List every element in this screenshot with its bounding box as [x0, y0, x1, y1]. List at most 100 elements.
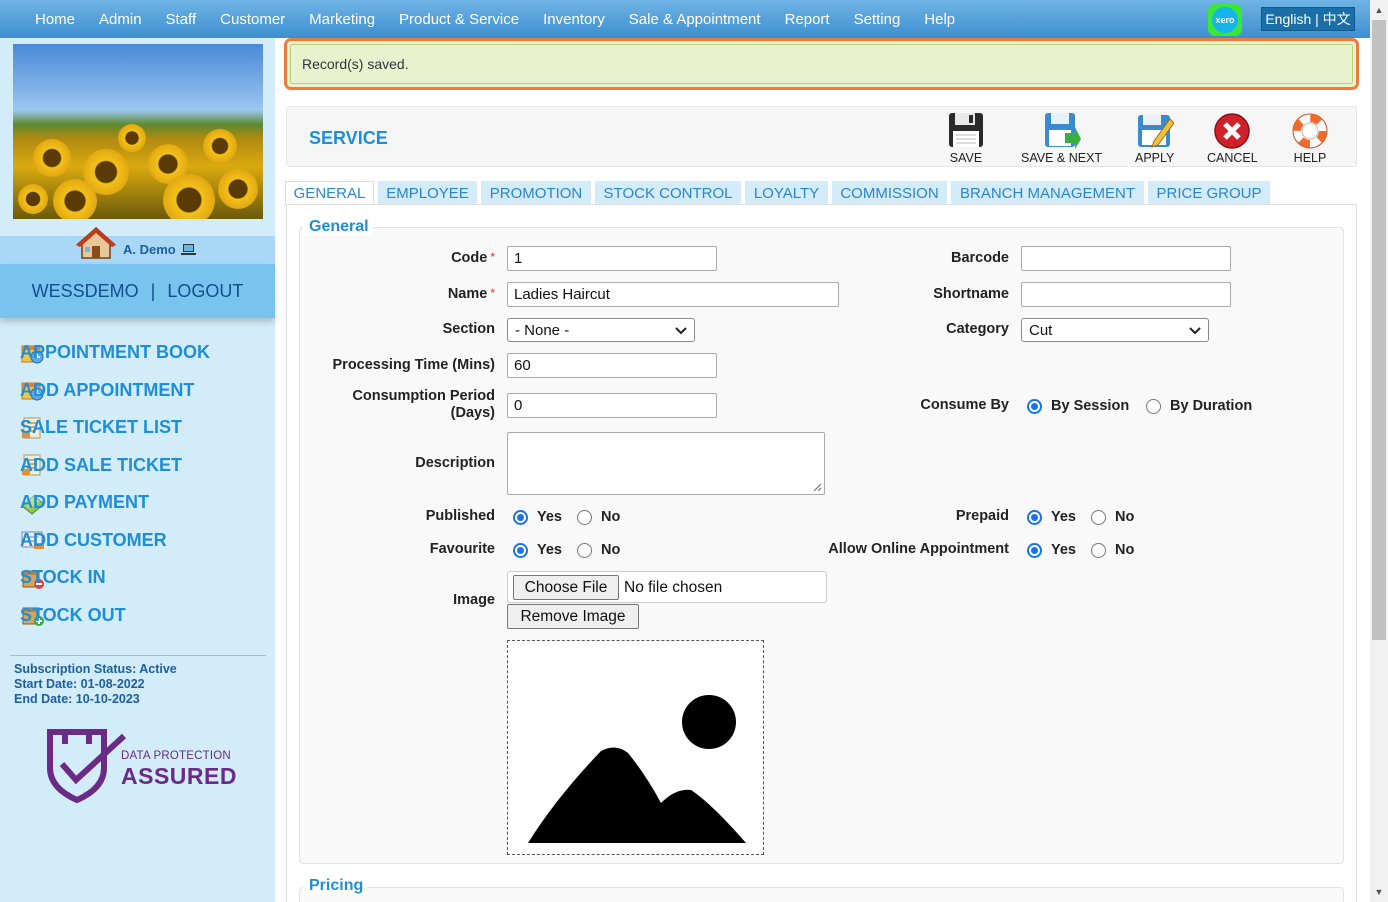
choose-file-button[interactable]: Choose File: [513, 575, 619, 600]
processing-time-input[interactable]: 60: [507, 353, 717, 378]
user-name: A. Demo: [123, 242, 176, 257]
chevron-down-icon: [675, 327, 687, 335]
logout-link[interactable]: LOGOUT: [167, 281, 243, 302]
name-input[interactable]: Ladies Haircut: [507, 282, 839, 307]
online-no-radio[interactable]: No: [1091, 542, 1134, 558]
consumption-period-input[interactable]: 0: [507, 393, 717, 418]
menu-add-payment[interactable]: ADD PAYMENT: [0, 484, 275, 522]
shortname-input[interactable]: [1021, 282, 1231, 307]
page-title: SERVICE: [309, 128, 388, 148]
online-yes-radio[interactable]: Yes: [1027, 542, 1076, 558]
account-name[interactable]: WESSDEMO: [32, 281, 139, 302]
language-switch[interactable]: English | 中文: [1261, 7, 1355, 31]
quick-menu: APPOINTMENT BOOK ADD APPOINTMENT SALE TI…: [0, 334, 275, 634]
shield-check-icon: [47, 729, 126, 804]
dpa-line2: ASSURED: [121, 763, 237, 789]
cancel-label: CANCEL: [1207, 151, 1258, 165]
save-alert: Record(s) saved.: [284, 38, 1359, 90]
account-box: WESSDEMO | LOGOUT: [0, 264, 275, 318]
prepaid-no-radio[interactable]: No: [1091, 509, 1134, 525]
account-separator: |: [150, 280, 156, 301]
menu-add-customer[interactable]: ADD CUSTOMER: [0, 522, 275, 560]
image-placeholder-icon: [528, 695, 746, 843]
cancel-button[interactable]: CANCEL: [1207, 111, 1258, 165]
consume-by-label: Consume By: [920, 397, 1009, 413]
nav-sale-appointment[interactable]: Sale & Appointment: [629, 11, 761, 28]
published-yes-radio[interactable]: Yes: [513, 509, 562, 525]
subscription-end: End Date: 10-10-2023: [14, 692, 140, 706]
published-no-radio[interactable]: No: [577, 509, 620, 525]
user-bar: A. Demo: [0, 226, 275, 264]
barcode-label: Barcode: [950, 250, 1009, 266]
general-legend: General: [303, 218, 373, 236]
menu-sale-ticket-list[interactable]: SALE TICKET LIST: [0, 409, 275, 447]
remove-image-button[interactable]: Remove Image: [507, 604, 639, 629]
image-preview: [507, 640, 764, 855]
menu-stock-out[interactable]: STOCK OUT: [0, 597, 275, 635]
resize-handle-icon[interactable]: [812, 482, 822, 492]
xero-button[interactable]: xero: [1208, 4, 1242, 36]
tab-employee[interactable]: EMPLOYEE: [378, 181, 477, 205]
nav-marketing[interactable]: Marketing: [309, 11, 375, 28]
menu-appointment-book[interactable]: APPOINTMENT BOOK: [0, 334, 275, 372]
scroll-down-icon[interactable]: ▼: [1370, 884, 1388, 900]
nav-customer[interactable]: Customer: [220, 11, 285, 28]
category-select[interactable]: Cut: [1021, 318, 1209, 342]
tab-loyalty[interactable]: LOYALTY: [745, 181, 828, 205]
consume-by-duration-radio[interactable]: By Duration: [1146, 398, 1252, 414]
tab-price-group[interactable]: PRICE GROUP: [1148, 181, 1270, 205]
required-mark: *: [490, 250, 495, 264]
save-next-button[interactable]: SAVE & NEXT: [1021, 111, 1102, 165]
name-label: Name *: [447, 286, 495, 302]
menu-stock-in[interactable]: STOCK IN: [0, 559, 275, 597]
online-appointment-label: Allow Online Appointment: [828, 541, 1009, 557]
help-button[interactable]: HELP: [1291, 111, 1329, 165]
top-nav: Home Admin Staff Customer Marketing Prod…: [0, 0, 1370, 38]
help-label: HELP: [1293, 151, 1327, 165]
scrollbar-thumb[interactable]: [1372, 20, 1386, 640]
favourite-no-radio[interactable]: No: [577, 542, 620, 558]
main-menu: Home Admin Staff Customer Marketing Prod…: [23, 0, 967, 38]
tab-general[interactable]: GENERAL: [285, 181, 374, 205]
nav-admin[interactable]: Admin: [99, 11, 142, 28]
sidebar: A. Demo WESSDEMO | LOGOUT APPOINTMENT BO…: [0, 38, 275, 902]
description-textarea[interactable]: [507, 432, 825, 495]
barcode-input[interactable]: [1021, 246, 1231, 271]
tab-commission[interactable]: COMMISSION: [832, 181, 947, 205]
save-button[interactable]: SAVE: [947, 111, 985, 165]
menu-label: ADD PAYMENT: [20, 492, 150, 513]
favourite-label: Favourite: [429, 541, 495, 557]
menu-add-sale-ticket[interactable]: ADD SALE TICKET: [0, 447, 275, 485]
scroll-up-icon[interactable]: ▲: [1370, 2, 1388, 18]
chevron-down-icon: [1189, 327, 1201, 335]
page-scrollbar[interactable]: ▲ ▼: [1370, 0, 1388, 902]
required-mark: *: [490, 286, 495, 300]
code-input[interactable]: 1: [507, 246, 717, 271]
consume-by-session-radio[interactable]: By Session: [1027, 398, 1129, 414]
nav-setting[interactable]: Setting: [854, 11, 901, 28]
nav-home[interactable]: Home: [35, 11, 75, 28]
nav-report[interactable]: Report: [785, 11, 830, 28]
save-next-icon: [1044, 113, 1081, 149]
menu-add-appointment[interactable]: ADD APPOINTMENT: [0, 372, 275, 410]
prepaid-yes-radio[interactable]: Yes: [1027, 509, 1076, 525]
consumption-period-label: Consumption Period (Days): [352, 388, 495, 421]
apply-label: APPLY: [1135, 151, 1175, 165]
section-select[interactable]: - None -: [507, 318, 695, 342]
tab-promotion[interactable]: PROMOTION: [481, 181, 591, 205]
nav-product-service[interactable]: Product & Service: [399, 11, 519, 28]
apply-button[interactable]: APPLY: [1135, 111, 1174, 165]
nav-help[interactable]: Help: [924, 11, 955, 28]
processing-time-label: Processing Time (Mins): [332, 357, 496, 373]
service-header: SERVICE SAVE SAVE & NEXT APPLY CANCEL HE…: [286, 106, 1357, 167]
favourite-yes-radio[interactable]: Yes: [513, 542, 562, 558]
nav-staff[interactable]: Staff: [166, 11, 197, 28]
image-label: Image: [453, 592, 495, 608]
tab-stock-control[interactable]: STOCK CONTROL: [595, 181, 741, 205]
nav-inventory[interactable]: Inventory: [543, 11, 605, 28]
tab-branch-management[interactable]: BRANCH MANAGEMENT: [951, 181, 1144, 205]
apply-icon: [1137, 115, 1174, 148]
home-icon[interactable]: [76, 226, 116, 260]
menu-label: ADD APPOINTMENT: [20, 379, 195, 400]
menu-label: ADD SALE TICKET: [20, 454, 182, 475]
